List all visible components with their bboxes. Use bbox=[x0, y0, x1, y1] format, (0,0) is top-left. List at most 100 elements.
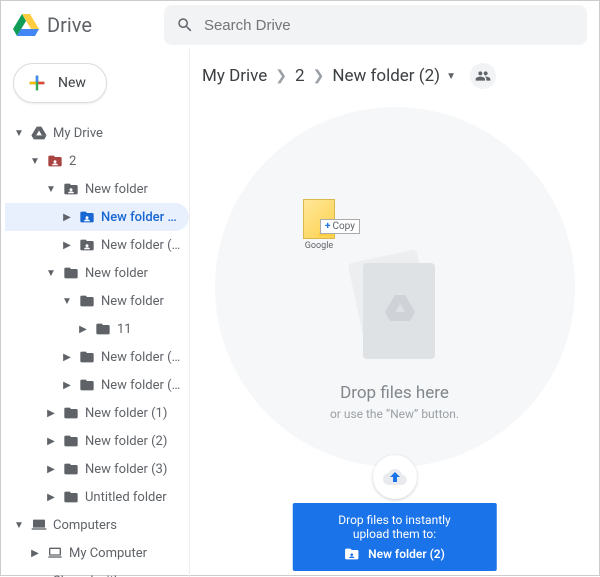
tree-item-nf[interactable]: ▼ New folder bbox=[5, 175, 189, 203]
breadcrumb-item-label: New folder (2) bbox=[332, 66, 440, 86]
shared-folder-icon bbox=[61, 182, 81, 196]
chevron-right-icon[interactable]: ▶ bbox=[41, 492, 61, 503]
tree-item-untitled[interactable]: ▶ Untitled folder bbox=[5, 483, 189, 511]
copy-badge-label: Copy bbox=[332, 221, 355, 232]
chevron-right-icon[interactable]: ▶ bbox=[25, 548, 45, 559]
tree-item-nf3g[interactable]: ▶ New folder (3) bbox=[5, 455, 189, 483]
chevron-right-icon[interactable]: ▶ bbox=[57, 380, 77, 391]
drive-icon bbox=[13, 13, 39, 37]
folder-icon bbox=[61, 490, 81, 504]
upload-banner: Drop files to instantly upload them to: … bbox=[292, 503, 497, 571]
tree-item-label: New folder (2) bbox=[101, 210, 181, 225]
breadcrumbs: My Drive ❯ 2 ❯ New folder (2) ▼ bbox=[190, 49, 599, 103]
folder-icon bbox=[93, 322, 113, 336]
breadcrumb-item[interactable]: 2 bbox=[295, 66, 305, 86]
drop-heading: Drop files here bbox=[330, 383, 459, 403]
tree-item-nf1g[interactable]: ▶ New folder (1) bbox=[5, 399, 189, 427]
tree-item-label: New folder (3) bbox=[101, 238, 181, 253]
tree-item-f2[interactable]: ▼2 bbox=[5, 147, 189, 175]
tree-item-label: 2 bbox=[69, 154, 181, 169]
search-icon bbox=[176, 16, 194, 34]
tree-item-nfg[interactable]: ▼ New folder bbox=[5, 259, 189, 287]
share-button[interactable] bbox=[470, 63, 496, 89]
tree-item-label: New folder (3) bbox=[85, 462, 181, 477]
header: Drive bbox=[1, 1, 599, 49]
tree-item-nf3[interactable]: ▶ New folder (3) bbox=[5, 231, 189, 259]
tree-item-nfg2[interactable]: ▶ New folder (2) bbox=[5, 343, 189, 371]
chevron-down-icon[interactable]: ▼ bbox=[41, 268, 61, 279]
files-illustration bbox=[335, 233, 455, 383]
chevron-down-icon[interactable]: ▼ bbox=[9, 520, 29, 531]
tree-item-label: New folder bbox=[85, 182, 181, 197]
plus-icon: + bbox=[325, 221, 330, 232]
shared-folder-icon bbox=[77, 210, 97, 224]
tree-item-label: Computers bbox=[53, 518, 181, 533]
dropdown-icon: ▼ bbox=[446, 71, 456, 82]
chevron-down-icon[interactable]: ▼ bbox=[57, 296, 77, 307]
computer-icon bbox=[29, 518, 49, 532]
chevron-right-icon[interactable]: ▶ bbox=[41, 464, 61, 475]
folder-tree: ▼My Drive▼2▼New folder▶New folder (2)▶Ne… bbox=[5, 119, 189, 577]
tree-item-label: New folder (3) bbox=[101, 378, 181, 393]
tree-item-label: 11 bbox=[117, 322, 181, 337]
sidebar: New ▼My Drive▼2▼New folder▶New folder (2… bbox=[1, 49, 189, 577]
tree-item-label: New folder bbox=[101, 294, 181, 309]
chevron-right-icon[interactable]: ▶ bbox=[57, 352, 77, 363]
folder-icon bbox=[61, 406, 81, 420]
content: My Drive ❯ 2 ❯ New folder (2) ▼ bbox=[189, 49, 599, 577]
tree-item-label: Untitled folder bbox=[85, 490, 181, 505]
copy-badge: + Copy bbox=[320, 219, 360, 234]
new-button[interactable]: New bbox=[13, 63, 107, 103]
product-name: Drive bbox=[47, 13, 92, 37]
chevron-right-icon[interactable]: ▶ bbox=[57, 240, 77, 251]
chevron-right-icon[interactable]: ▶ bbox=[41, 436, 61, 447]
tree-item-nf2[interactable]: ▶ New folder (2) bbox=[5, 203, 189, 231]
breadcrumb-current[interactable]: New folder (2) ▼ bbox=[332, 66, 456, 86]
folder-icon bbox=[77, 294, 97, 308]
folder-icon bbox=[77, 378, 97, 392]
folder-icon bbox=[61, 266, 81, 280]
tree-item-label: Shared with me bbox=[53, 574, 181, 577]
shared-folder-icon bbox=[77, 238, 97, 252]
tree-item-nfg3[interactable]: ▶ New folder (3) bbox=[5, 371, 189, 399]
folder-icon bbox=[61, 462, 81, 476]
chevron-right-icon[interactable]: ▶ bbox=[73, 324, 93, 335]
chevron-down-icon[interactable]: ▼ bbox=[25, 156, 45, 167]
shared-folder-red-icon bbox=[45, 154, 65, 168]
chevron-right-icon: ❯ bbox=[275, 68, 287, 84]
banner-target: New folder (2) bbox=[368, 547, 445, 561]
folder-icon bbox=[77, 350, 97, 364]
upload-button[interactable] bbox=[373, 455, 417, 499]
chevron-down-icon[interactable]: ▼ bbox=[41, 184, 61, 195]
banner-text: Drop files to instantly upload them to: bbox=[320, 513, 469, 541]
search-bar[interactable] bbox=[164, 5, 587, 45]
tree-item-computers[interactable]: ▼ Computers bbox=[5, 511, 189, 539]
tree-item-eleven[interactable]: ▶ 11 bbox=[5, 315, 189, 343]
tree-item-label: My Computer bbox=[69, 546, 181, 561]
tree-item-label: New folder (2) bbox=[101, 350, 181, 365]
tree-item-nfg-a[interactable]: ▼ New folder bbox=[5, 287, 189, 315]
plus-icon bbox=[26, 72, 48, 94]
drive-icon bbox=[29, 126, 49, 140]
breadcrumb-item[interactable]: My Drive bbox=[202, 66, 267, 86]
tree-item-label: New folder (1) bbox=[85, 406, 181, 421]
empty-state-text: Drop files here or use the “New” button. bbox=[330, 383, 459, 421]
laptop-icon bbox=[45, 546, 65, 560]
tree-item-label: My Drive bbox=[53, 126, 181, 141]
chevron-right-icon[interactable]: ▶ bbox=[57, 212, 77, 223]
chevron-down-icon[interactable]: ▼ bbox=[9, 128, 29, 139]
chevron-right-icon[interactable]: ▶ bbox=[41, 408, 61, 419]
folder-icon bbox=[61, 434, 81, 448]
tree-item-label: New folder bbox=[85, 266, 181, 281]
logo[interactable]: Drive bbox=[13, 13, 92, 37]
shared-folder-icon bbox=[344, 547, 360, 561]
tree-item-label: New folder (2) bbox=[85, 434, 181, 449]
tree-item-mydrive[interactable]: ▼ My Drive bbox=[5, 119, 189, 147]
new-button-label: New bbox=[58, 75, 86, 91]
tree-item-nf2g[interactable]: ▶ New folder (2) bbox=[5, 427, 189, 455]
drop-area[interactable]: Drop files here or use the “New” button.… bbox=[190, 103, 599, 577]
tree-item-mycomp[interactable]: ▶ My Computer bbox=[5, 539, 189, 567]
search-input[interactable] bbox=[204, 17, 575, 34]
chevron-right-icon: ❯ bbox=[313, 68, 325, 84]
body: New ▼My Drive▼2▼New folder▶New folder (2… bbox=[1, 49, 599, 577]
